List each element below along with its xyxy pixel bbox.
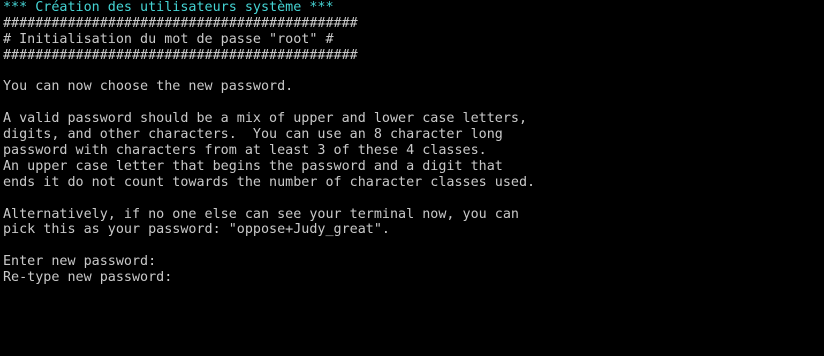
choose-password-message: You can now choose the new password. [3, 79, 294, 95]
password-advice-line: A valid password should be a mix of uppe… [3, 111, 528, 127]
password-advice-line: password with characters from at least 3… [3, 143, 487, 159]
hash-separator-top: ########################################… [3, 15, 358, 31]
hash-separator-bottom: ########################################… [3, 47, 358, 63]
password-advice-line: ends it do not count towards the number … [3, 174, 536, 190]
enter-password-prompt[interactable]: Enter new password: [0, 254, 824, 270]
root-password-init-title: # Initialisation du mot de passe "root" … [3, 31, 334, 47]
password-suggestion-line: pick this as your password: "oppose+Judy… [3, 222, 390, 238]
terminal-console[interactable]: *** Création des utilisateurs système **… [0, 0, 824, 356]
password-advice-line: An upper case letter that begins the pas… [3, 158, 503, 174]
password-suggestion-line: Alternatively, if no one else can see yo… [3, 206, 519, 222]
password-advice-line: digits, and other characters. You can us… [3, 127, 503, 143]
system-users-banner: *** Création des utilisateurs système **… [3, 0, 334, 15]
retype-password-prompt[interactable]: Re-type new password: [0, 270, 824, 286]
